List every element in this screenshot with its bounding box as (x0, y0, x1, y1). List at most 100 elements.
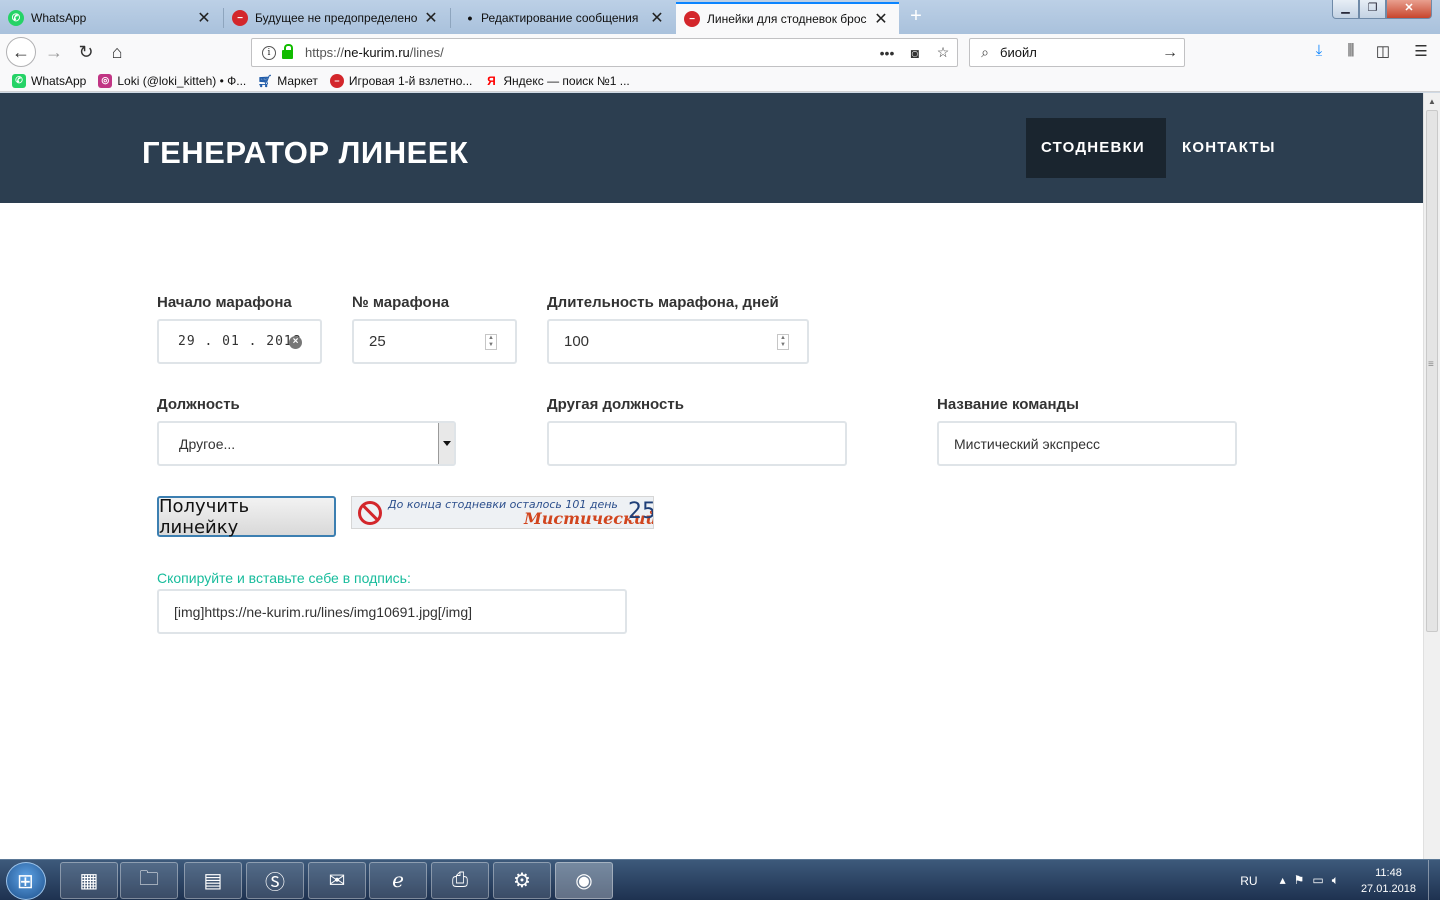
position-selected-value: Другое... (179, 435, 236, 452)
tab-lines-active[interactable]: − Линейки для стодневок брос ✕ (676, 2, 899, 34)
tab-future[interactable]: − Будущее не предопределено ✕ (224, 2, 449, 34)
get-ruler-button[interactable]: Получить линейку (157, 496, 336, 538)
number-spinner[interactable]: ▲ ▼ (485, 334, 497, 350)
library-icon[interactable]: ⫼ (1340, 42, 1362, 62)
site-brand[interactable]: ГЕНЕРАТОР ЛИНЕЕК (142, 135, 468, 171)
show-desktop-button[interactable] (1428, 860, 1440, 900)
yandex-icon: Я (487, 73, 496, 88)
language-indicator[interactable]: RU (1240, 874, 1257, 888)
bookmark-yandex[interactable]: Я Яндекс — поиск №1 ... (484, 73, 630, 88)
bookmark-label: Маркет (277, 73, 318, 88)
search-icon: ⌕ (981, 44, 989, 60)
marathon-number-label: № марафона (352, 294, 450, 311)
new-tab-button[interactable]: + (905, 5, 927, 27)
start-button[interactable] (6, 862, 46, 900)
menu-hamburger-icon[interactable]: ☰ (1410, 42, 1432, 62)
bookmark-whatsapp[interactable]: ✆ WhatsApp (12, 73, 87, 88)
no-entry-icon: − (684, 11, 700, 27)
marathon-number-input[interactable]: 25 ▲ ▼ (352, 319, 517, 364)
ruler-preview-image: До конца стодневки осталось 101 день Мис… (351, 496, 654, 529)
settings-app-icon[interactable]: ⚙ (493, 862, 551, 899)
skype-icon[interactable]: Ⓢ (246, 862, 304, 899)
tray-icons[interactable]: ▴⚑▭🔈︎ (1280, 873, 1347, 888)
page-scrollbar[interactable]: ▲ (1423, 93, 1440, 859)
tab-title: Редактирование сообщения (481, 11, 639, 25)
bookmark-label: Loki (@loki_kitteh) • Ф... (117, 73, 247, 88)
bookmark-instagram[interactable]: ◎ Loki (@loki_kitteh) • Ф... (98, 73, 247, 88)
bookmark-game[interactable]: − Игровая 1-й взлетно... (329, 73, 473, 88)
chevron-down-icon[interactable] (438, 423, 454, 464)
scroll-up-icon[interactable]: ▲ (1424, 93, 1440, 110)
close-tab-icon[interactable]: ✕ (423, 8, 439, 28)
home-button[interactable]: ⌂ (103, 38, 131, 66)
ruler-number: 25 (628, 499, 654, 524)
close-tab-icon[interactable]: ✕ (649, 8, 665, 28)
file-explorer-icon[interactable]: 🗀︎ (120, 862, 178, 899)
cart-icon: 🛒︎ (257, 73, 273, 88)
clock-date: 27.01.2018 (1360, 882, 1416, 895)
internet-explorer-icon[interactable]: ℯ (369, 862, 427, 899)
team-name-value: Мистический экспресс (954, 435, 1101, 452)
team-name-input[interactable]: Мистический экспресс (937, 421, 1237, 466)
firefox-icon[interactable]: ◉ (555, 862, 613, 899)
tab-strip: ✆ WhatsApp ✕ − Будущее не предопределено… (0, 0, 1440, 34)
calculator-icon[interactable]: ▦ (60, 862, 118, 899)
tab-whatsapp[interactable]: ✆ WhatsApp ✕ (0, 2, 222, 34)
duration-input[interactable]: 100 ▲ ▼ (547, 319, 809, 364)
position-select[interactable]: Другое... (157, 421, 456, 466)
address-bar[interactable]: i https://ne-kurim.ru/lines/ ••• ◙ ☆ (251, 38, 958, 67)
no-entry-icon: − (329, 73, 344, 88)
nav-contacts[interactable]: КОНТАКТЫ (1167, 118, 1291, 178)
clock[interactable]: 11:48 27.01.2018 (1361, 865, 1416, 897)
tab-title: Линейки для стодневок брос (707, 12, 867, 26)
reload-button[interactable]: ↻ (72, 38, 100, 66)
bookmark-star-icon[interactable]: ☆ (929, 44, 957, 61)
windows-taskbar: ▦ 🗀︎ ▤ Ⓢ ✉ ℯ ⎙ ⚙ ◉ RU ▴⚑▭🔈︎ 11:48 27.01.… (0, 859, 1440, 900)
clear-date-icon[interactable]: × (289, 336, 302, 349)
team-name-label: Название команды (937, 396, 1079, 413)
back-button[interactable]: ← (6, 37, 36, 67)
url-text[interactable]: https://ne-kurim.ru/lines/ (305, 45, 873, 60)
forward-button[interactable]: → (40, 38, 68, 66)
pocket-icon[interactable]: ◙ (901, 45, 929, 61)
close-tab-icon[interactable]: ✕ (196, 8, 212, 28)
downloads-icon[interactable]: ⤓ (1308, 42, 1330, 62)
bookmark-label: Игровая 1-й взлетно... (348, 73, 473, 88)
close-tab-icon[interactable]: ✕ (873, 9, 889, 29)
nav-stodnevki[interactable]: СТОДНЕВКИ (1026, 118, 1166, 178)
bookmark-label: WhatsApp (31, 73, 87, 88)
search-bar[interactable]: ⌕ биойл → (969, 38, 1185, 67)
bbcode-output-input[interactable]: [img]https://ne-kurim.ru/lines/img10691.… (157, 589, 627, 634)
lock-icon (282, 44, 293, 59)
bookmark-label: Яндекс — поиск №1 ... (503, 73, 630, 88)
bookmark-market[interactable]: 🛒︎ Маркет (258, 74, 318, 88)
window-controls: ▁ ❐ ✕ (1332, 0, 1432, 19)
system-tray: RU ▴⚑▭🔈︎ 11:48 27.01.2018 (1240, 860, 1440, 900)
no-smoking-icon (358, 501, 382, 525)
whatsapp-icon: ✆ (12, 73, 26, 88)
duration-spinner[interactable]: ▲ ▼ (777, 334, 789, 350)
duration-value: 100 (564, 333, 590, 350)
search-input[interactable]: биойл (1000, 45, 1156, 60)
thunderbird-icon[interactable]: ✉ (308, 862, 366, 899)
calendar-icon[interactable]: ▤ (184, 862, 242, 899)
start-date-input[interactable]: 29 . 01 . 2018 × (157, 319, 322, 364)
instagram-icon: ◎ (98, 73, 113, 88)
minimize-button[interactable]: ▁ (1332, 0, 1359, 19)
maximize-button[interactable]: ❐ (1359, 0, 1386, 19)
navigation-toolbar: ← → ↻ ⌂ i https://ne-kurim.ru/lines/ •••… (0, 34, 1440, 70)
window-close-button[interactable]: ✕ (1386, 0, 1432, 19)
sidebar-icon[interactable]: ◫ (1372, 42, 1394, 62)
tab-title: Будущее не предопределено (255, 11, 417, 25)
tab-edit-message[interactable]: • Редактирование сообщения ✕ (451, 2, 675, 34)
no-entry-icon: − (232, 10, 248, 26)
page-actions-icon[interactable]: ••• (873, 45, 901, 61)
other-position-input[interactable] (547, 421, 847, 466)
site-header: ГЕНЕРАТОР ЛИНЕЕК СТОДНЕВКИ КОНТАКТЫ (0, 93, 1423, 203)
scanner-icon[interactable]: ⎙ (431, 862, 489, 899)
tab-title: WhatsApp (31, 11, 87, 25)
scroll-thumb[interactable] (1426, 110, 1438, 632)
info-icon[interactable]: i (262, 45, 276, 60)
search-go-icon[interactable]: → (1156, 44, 1184, 62)
whatsapp-icon: ✆ (8, 10, 24, 26)
